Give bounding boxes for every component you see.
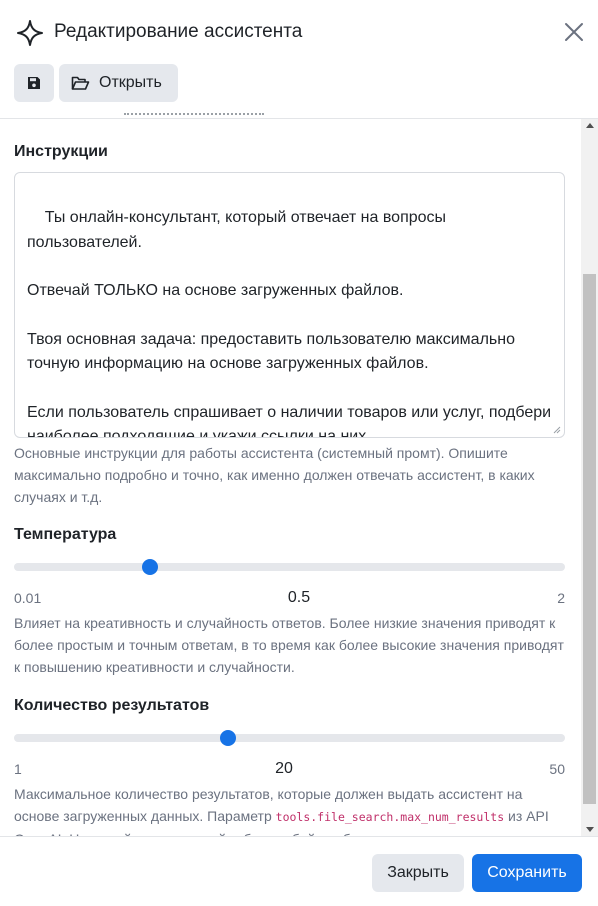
sparkle-icon xyxy=(17,20,43,46)
results-label: Количество результатов xyxy=(14,697,210,714)
instructions-label: Инструкции xyxy=(14,143,108,160)
dialog-footer: Закрыть Сохранить xyxy=(0,836,598,906)
scroll-down-icon[interactable] xyxy=(586,827,594,832)
results-slider[interactable] xyxy=(14,728,565,748)
scroll-up-icon[interactable] xyxy=(586,123,594,128)
temperature-value: 0.5 xyxy=(287,589,311,606)
dialog-title: Редактирование ассистента xyxy=(54,21,303,42)
floppy-disk-icon xyxy=(28,77,40,89)
temperature-thumb[interactable] xyxy=(141,559,158,575)
vertical-scrollbar[interactable] xyxy=(581,119,598,836)
resize-grip-icon[interactable] xyxy=(553,426,561,434)
save-icon-button[interactable] xyxy=(14,64,54,102)
instructions-textarea[interactable]: Ты онлайн-консультант, который отвечает … xyxy=(14,172,565,438)
scrollbar-thumb[interactable] xyxy=(583,274,596,804)
temperature-min: 0.01 xyxy=(14,590,42,606)
results-track xyxy=(14,734,565,742)
results-help: Максимальное количество результатов, кот… xyxy=(14,783,564,836)
open-button-label: Открыть xyxy=(99,74,162,91)
results-min: 1 xyxy=(14,761,22,777)
instructions-text: Ты онлайн-консультант, который отвечает … xyxy=(27,209,552,438)
folder-open-icon xyxy=(71,76,90,90)
instructions-help: Основные инструкции для работы ассистент… xyxy=(14,445,535,505)
temperature-label: Температура xyxy=(14,526,117,543)
temperature-slider[interactable] xyxy=(14,557,565,577)
open-button[interactable]: Открыть xyxy=(59,64,178,102)
temperature-track xyxy=(14,563,565,571)
results-value: 20 xyxy=(275,760,293,777)
save-button[interactable]: Сохранить xyxy=(472,854,582,892)
close-button[interactable]: Закрыть xyxy=(372,854,464,892)
scrolled-content-edge xyxy=(14,108,274,118)
results-max: 50 xyxy=(549,761,565,777)
temperature-help: Влияет на креативность и случайность отв… xyxy=(14,615,564,675)
results-thumb[interactable] xyxy=(219,730,236,746)
toolbar: Открыть xyxy=(0,64,598,119)
form-scroll-area[interactable]: Инструкции Ты онлайн-консультант, которы… xyxy=(0,119,581,836)
dialog-header: Редактирование ассистента xyxy=(0,0,598,64)
close-icon[interactable] xyxy=(562,20,586,44)
temperature-max: 2 xyxy=(557,590,565,606)
results-help-code: tools.file_search.max_num_results xyxy=(275,810,505,824)
